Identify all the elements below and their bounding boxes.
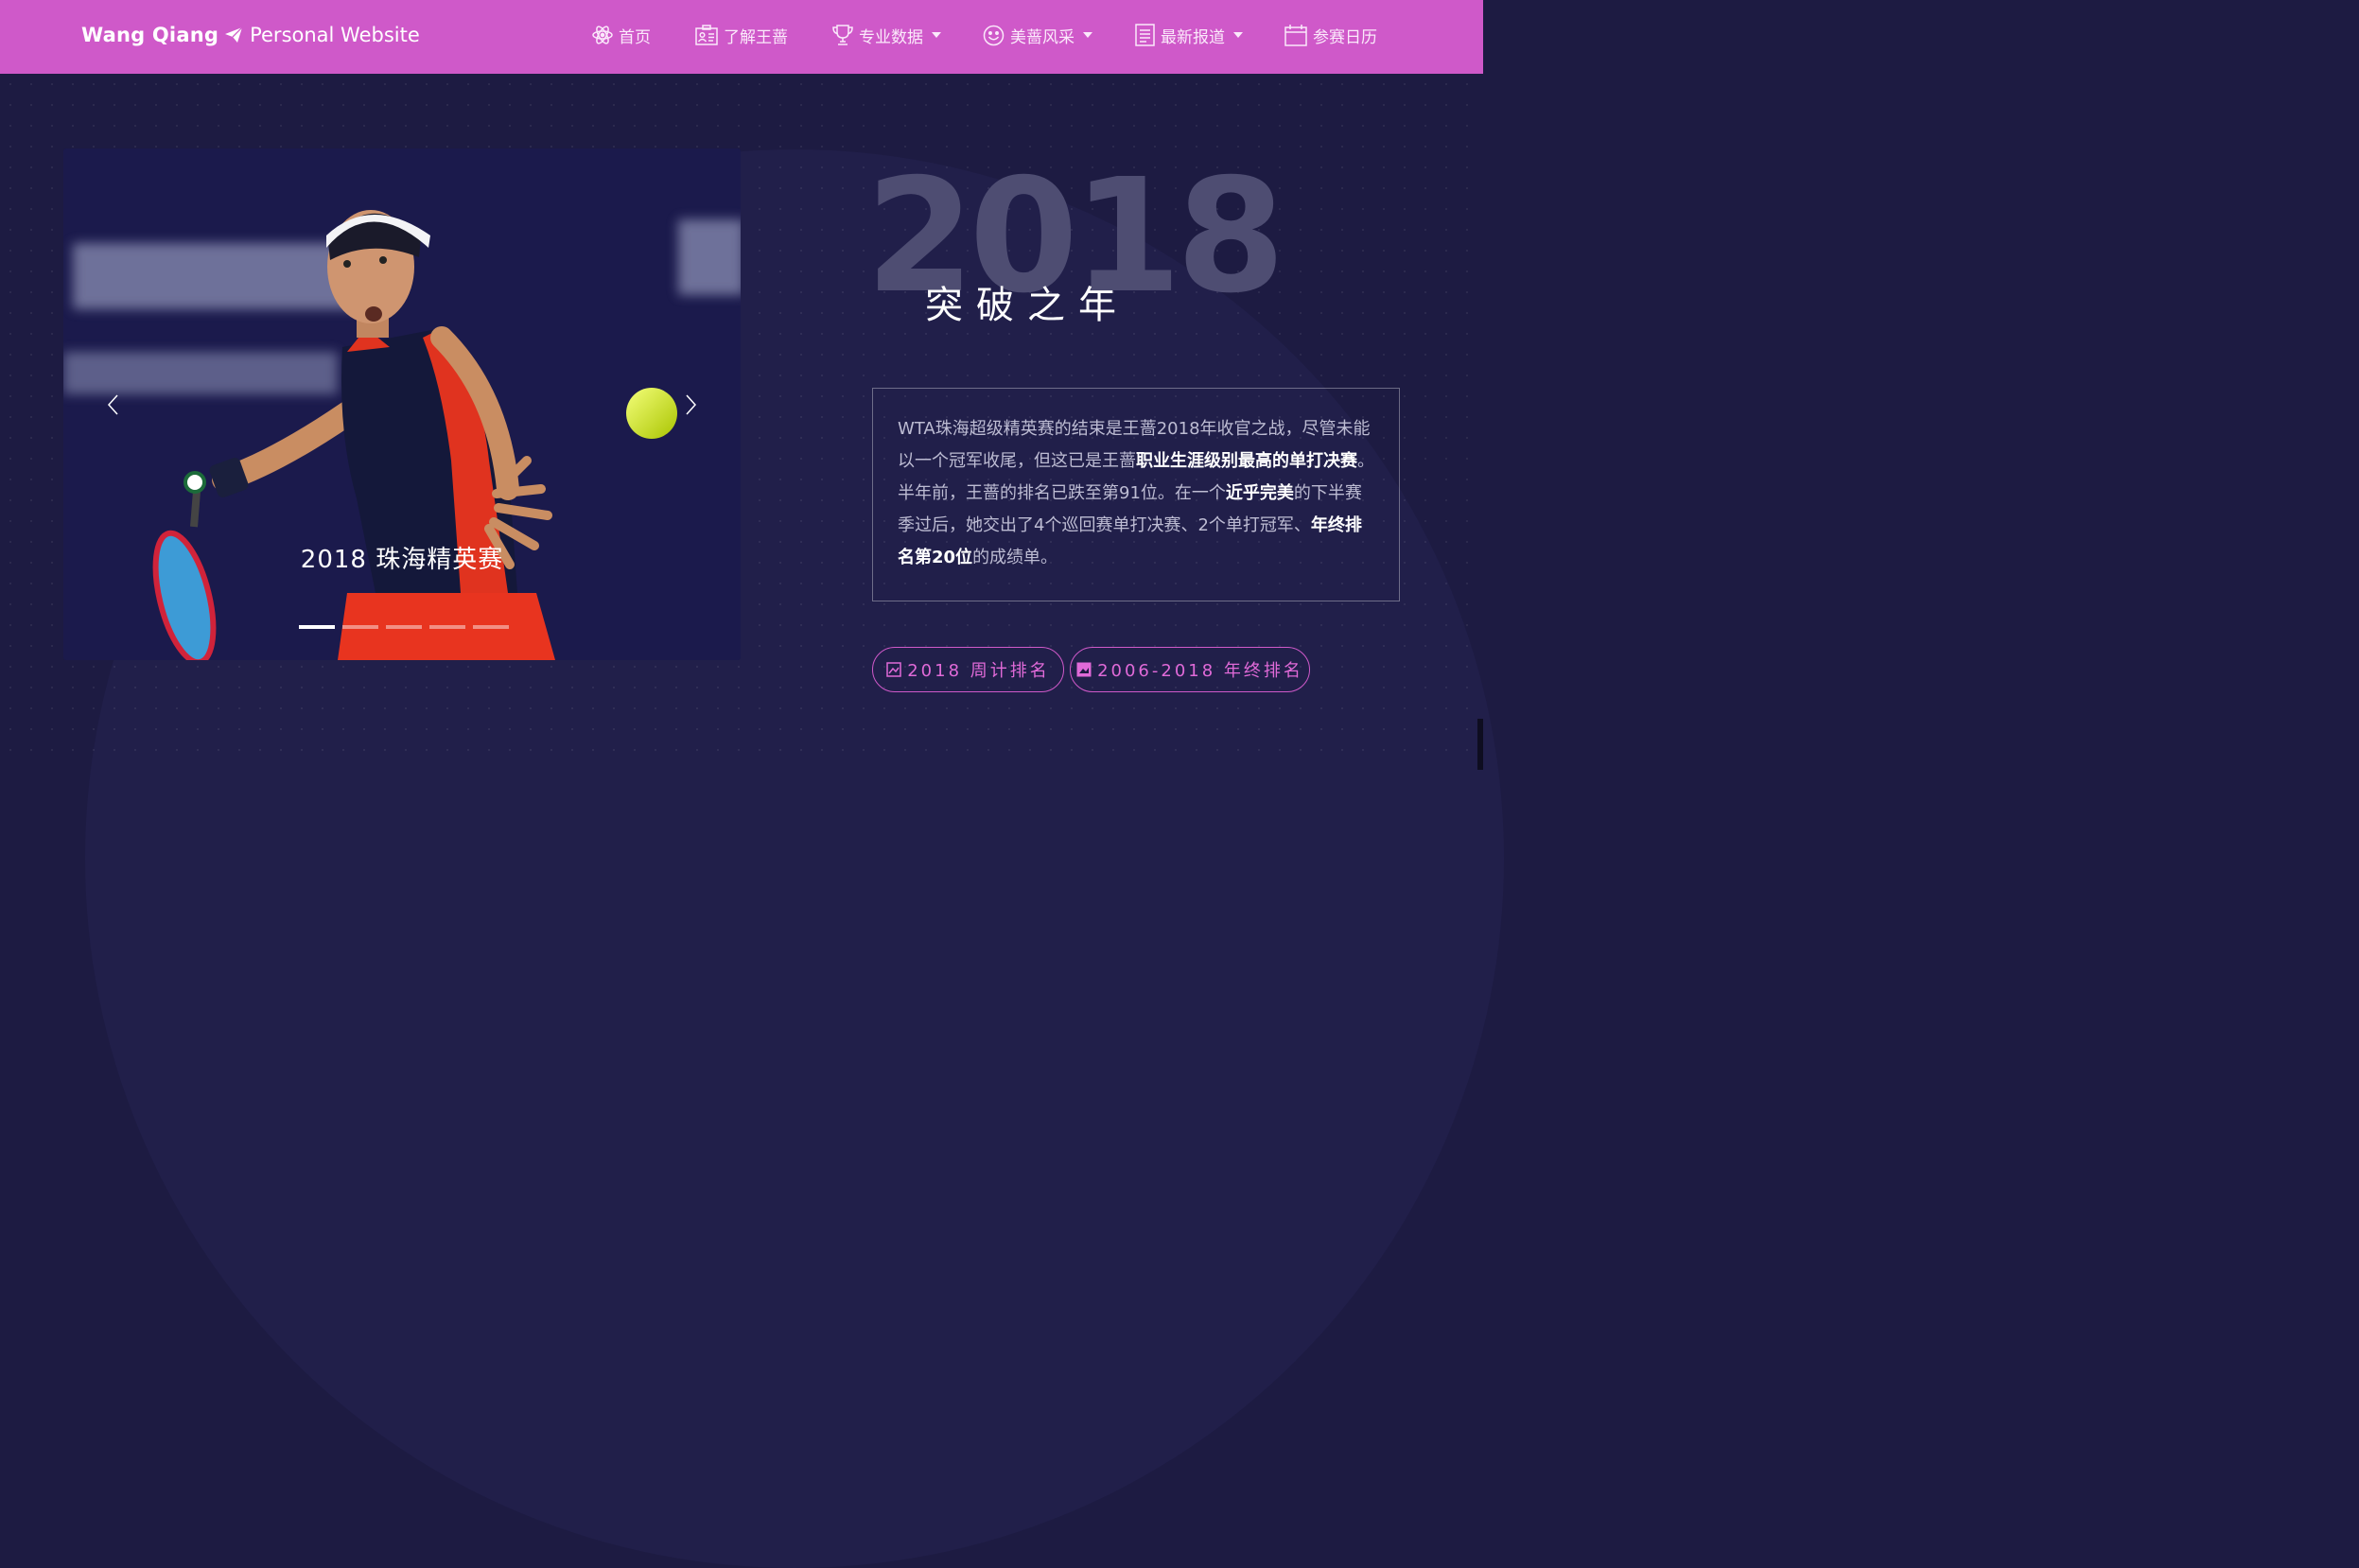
trophy-icon bbox=[832, 25, 853, 45]
nav-stats-label: 专业数据 bbox=[859, 27, 923, 47]
smile-icon bbox=[983, 25, 1005, 45]
carousel-indicator[interactable] bbox=[386, 625, 422, 629]
weekly-ranking-button[interactable]: 2018 周计排名 bbox=[872, 647, 1064, 692]
carousel-indicator[interactable] bbox=[473, 625, 509, 629]
chevron-down-icon bbox=[932, 32, 941, 38]
nav-gallery[interactable]: 美蔷风采 bbox=[983, 21, 1092, 49]
carousel-indicator[interactable] bbox=[299, 625, 335, 629]
carousel-prev-arrow[interactable] bbox=[99, 391, 128, 419]
carousel-next-arrow[interactable] bbox=[676, 391, 705, 419]
navbar: Wang Qiang Personal Website 首页 了解王蔷 专业数据… bbox=[0, 0, 1483, 74]
document-icon bbox=[1135, 24, 1155, 46]
brand-name: Wang Qiang bbox=[81, 24, 219, 46]
photo-carousel: 2018 珠海精英赛 bbox=[63, 148, 741, 660]
nav-news[interactable]: 最新报道 bbox=[1135, 21, 1243, 49]
carousel-caption: 2018 珠海精英赛 bbox=[300, 546, 504, 574]
id-card-icon bbox=[695, 25, 718, 45]
carousel-indicator[interactable] bbox=[342, 625, 378, 629]
carousel-indicator[interactable] bbox=[429, 625, 465, 629]
hero-subtitle: 突破之年 bbox=[925, 284, 1129, 327]
info-text: 的成绩单。 bbox=[972, 548, 1058, 567]
paper-plane-icon bbox=[225, 26, 243, 43]
image-icon bbox=[1076, 662, 1092, 677]
chevron-down-icon bbox=[1233, 32, 1243, 38]
image-icon bbox=[886, 662, 901, 677]
carousel-indicators bbox=[299, 625, 509, 629]
chevron-down-icon bbox=[1083, 32, 1092, 38]
atom-icon bbox=[592, 26, 613, 44]
weekly-ranking-label: 2018 周计排名 bbox=[907, 661, 1050, 681]
info-box: WTA珠海超级精英赛的结束是王蔷2018年收官之战，尽管未能以一个冠军收尾，但这… bbox=[872, 388, 1400, 601]
calendar-icon bbox=[1284, 25, 1307, 46]
nav-calendar[interactable]: 参赛日历 bbox=[1284, 21, 1377, 49]
tennis-player-photo bbox=[63, 148, 741, 660]
scrollbar[interactable] bbox=[1477, 719, 1483, 770]
nav-about-label: 了解王蔷 bbox=[724, 27, 788, 47]
yearend-ranking-label: 2006-2018 年终排名 bbox=[1097, 661, 1303, 681]
brand[interactable]: Wang Qiang Personal Website bbox=[81, 21, 420, 49]
info-highlight: 近乎完美 bbox=[1225, 483, 1294, 503]
nav-calendar-label: 参赛日历 bbox=[1313, 27, 1377, 47]
info-highlight: 职业生涯级别最高的单打决赛 bbox=[1136, 451, 1357, 471]
nav-stats[interactable]: 专业数据 bbox=[832, 21, 941, 49]
nav-gallery-label: 美蔷风采 bbox=[1010, 27, 1075, 47]
yearend-ranking-button[interactable]: 2006-2018 年终排名 bbox=[1070, 647, 1310, 692]
nav-home-label: 首页 bbox=[619, 27, 651, 47]
nav-about[interactable]: 了解王蔷 bbox=[695, 21, 788, 49]
nav-news-label: 最新报道 bbox=[1161, 27, 1225, 47]
nav-home[interactable]: 首页 bbox=[592, 21, 651, 49]
brand-subtitle: Personal Website bbox=[250, 24, 420, 46]
